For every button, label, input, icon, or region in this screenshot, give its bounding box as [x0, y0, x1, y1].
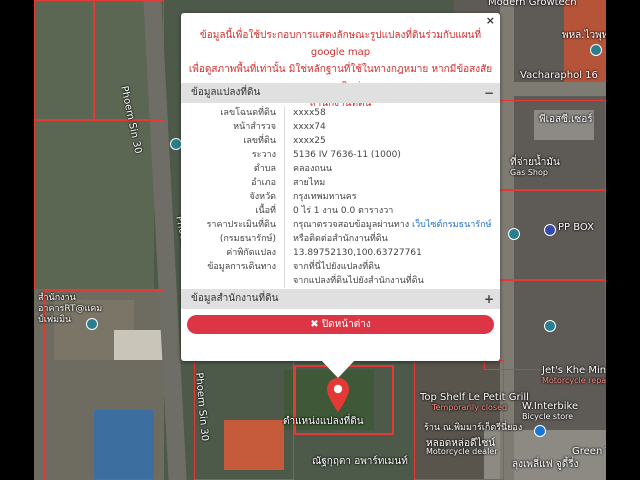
row-key: เลขที่ดิน — [243, 136, 276, 146]
row-value: หรือติดต่อสำนักงานที่ดิน — [293, 234, 388, 244]
travel-row-2: จากแปลงที่ดินไปยังสำนักงานที่ดิน — [181, 274, 500, 288]
row-key: หน้าสำรวจ — [233, 122, 276, 132]
row-key: ราคาประเมินที่ดิน — [206, 220, 276, 230]
row-key: ข้อมูลการเดินทาง — [207, 262, 276, 272]
info-row: อำเภอ สายไหม — [181, 176, 500, 190]
poi-label: W.Interbike — [522, 401, 579, 412]
close-window-button[interactable]: ✖ ปิดหน้าต่าง — [187, 315, 494, 334]
dept-row: (กรมธนารักษ์) หรือติดต่อสำนักงานที่ดิน — [181, 232, 500, 246]
row-key: ระวาง — [251, 150, 276, 160]
treasury-website-link[interactable]: เว็บไซต์กรมธนารักษ์ — [412, 220, 491, 230]
poi-label: Temporarily closed — [432, 403, 508, 412]
marker-caption: ตำแหน่งแปลงที่ดิน — [283, 416, 364, 427]
info-row: เลขโฉนดที่ดิน xxxx58 — [181, 106, 500, 120]
parcel-info-popup: × ข้อมูลนี้เพื่อใช้ประกอบการแสดงลักษณะรู… — [181, 13, 500, 361]
info-row: ระวาง 5136 IV 7636-11 (1000) — [181, 148, 500, 162]
info-row: เนื้อที่ 0 ไร่ 1 งาน 0.0 ตารางวา — [181, 204, 500, 218]
poi-pin-icon[interactable] — [544, 320, 556, 332]
poi-pin-icon[interactable] — [534, 425, 546, 437]
row-value: xxxx58 — [293, 108, 326, 118]
poi-label: Gas Shop — [510, 168, 548, 177]
info-row: จังหวัด กรุงเทพมหานคร — [181, 190, 500, 204]
coordinates-link[interactable]: 13.89752130,100.63727761 — [293, 246, 422, 260]
poi-label: Motorcycle repair — [542, 376, 606, 385]
land-info-section-header[interactable]: ข้อมูลแปลงที่ดิน − — [181, 83, 500, 103]
poi-pin-icon[interactable] — [544, 224, 556, 236]
row-value: สายไหม — [293, 178, 326, 188]
info-row: หน้าสำรวจ xxxx74 — [181, 120, 500, 134]
row-value: 0 ไร่ 1 งาน 0.0 ตารางวา — [293, 206, 394, 216]
road-label: Vacharaphol 16 — [520, 70, 598, 81]
poi-label: พีเอสซี.เซอร์ — [539, 114, 593, 125]
row-key: ตำบล — [253, 164, 276, 174]
section-title: ข้อมูลสำนักงานที่ดิน — [191, 293, 279, 304]
office-info-section-header[interactable]: ข้อมูลสำนักงานที่ดิน + — [181, 289, 500, 309]
poi-label: Top Shelf Le Petit Grill — [420, 392, 529, 403]
row-value: 5136 IV 7636-11 (1000) — [293, 150, 401, 160]
row-value: xxxx25 — [293, 136, 326, 146]
poi-label: ลุงเพลี่แฟ จูดี้รี่ง — [512, 459, 579, 470]
directions-to-office-link[interactable]: จากแปลงที่ดินไปยังสำนักงานที่ดิน — [293, 274, 424, 288]
directions-to-parcel-link[interactable]: จากที่นี่ไปยังแปลงที่ดิน — [293, 260, 380, 274]
poi-pin-icon[interactable] — [86, 318, 98, 330]
poi-pin-icon[interactable] — [590, 44, 602, 56]
section-title: ข้อมูลแปลงที่ดิน — [191, 87, 261, 98]
info-row: ตำบล คลองถนน — [181, 162, 500, 176]
poi-label: Motorcycle dealer — [426, 447, 498, 456]
poi-label: Green Trad... — [572, 446, 606, 457]
notice-line: ข้อมูลนี้เพื่อใช้ประกอบการแสดงลักษณะรูปแ… — [199, 30, 482, 58]
row-key: (กรมธนารักษ์) — [219, 234, 276, 244]
poi-label: Jet's Khe Mini... — [542, 365, 606, 376]
poi-label: Bicycle store — [522, 412, 574, 421]
row-key: เลขโฉนดที่ดิน — [220, 108, 276, 118]
row-value: คลองถนน — [293, 164, 333, 174]
row-value: กรุณาตรวจสอบข้อมูลผ่านทาง — [293, 220, 413, 230]
poi-label: PP BOX — [558, 222, 595, 233]
row-key: อำเภอ — [251, 178, 276, 188]
row-value: xxxx74 — [293, 122, 326, 132]
close-icon[interactable]: × — [486, 14, 495, 27]
row-key: เนื้อที่ — [255, 206, 276, 216]
popup-pointer — [321, 360, 355, 378]
price-row: ราคาประเมินที่ดิน กรุณาตรวจสอบข้อมูลผ่านท… — [181, 218, 500, 232]
poi-label: ร้าน ณ.พิมมาร์เก็ตรีนี่ยอง — [424, 423, 523, 433]
expand-icon[interactable]: + — [484, 289, 494, 309]
collapse-icon[interactable]: − — [484, 83, 494, 103]
poi-label: ณัฐกุฤตา อพาร์ทเมนท์ — [312, 456, 408, 467]
coord-row: ค่าพิกัดแปลง 13.89752130,100.63727761 — [181, 246, 500, 260]
poi-label: Modern Growtech — [488, 0, 577, 8]
parcel-location-marker-icon[interactable] — [327, 378, 349, 416]
info-row: เลขที่ดิน xxxx25 — [181, 134, 500, 148]
row-value: กรุงเทพมหานคร — [293, 192, 357, 202]
row-key: จังหวัด — [249, 192, 277, 202]
poi-pin-icon[interactable] — [508, 228, 520, 240]
poi-label: พหล.ไวพุทธ — [562, 30, 606, 41]
travel-row: ข้อมูลการเดินทาง จากที่นี่ไปยังแปลงที่ดิน — [181, 260, 500, 274]
row-key: ค่าพิกัดแปลง — [226, 248, 276, 258]
